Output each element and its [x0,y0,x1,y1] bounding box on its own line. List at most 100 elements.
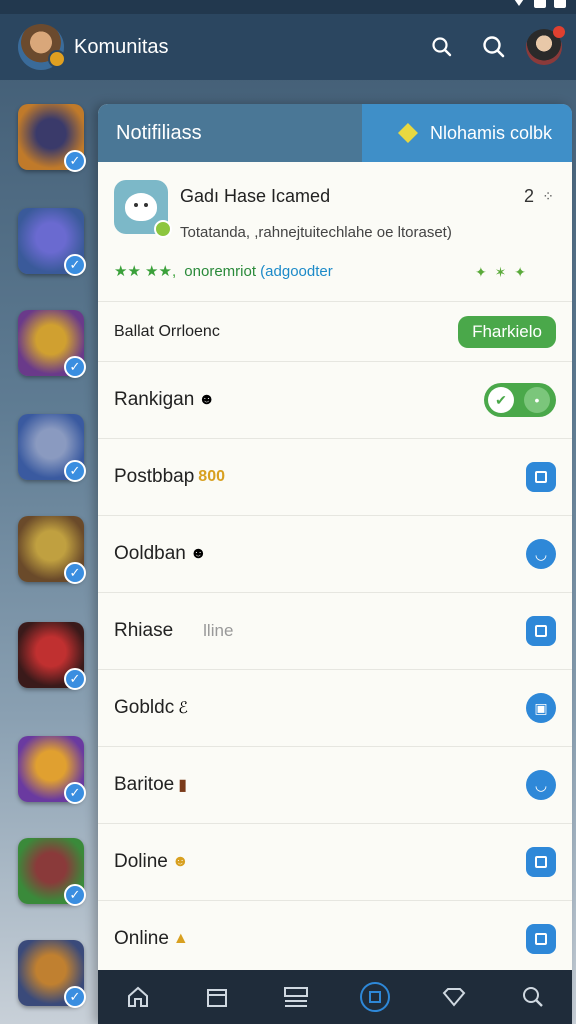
game-thumbnail[interactable]: ✓ [18,516,86,584]
setting-row-label-wrap: Rhiase lline [114,620,233,642]
square-icon [535,933,547,945]
setting-row-label: Baritoe [114,774,175,795]
square-toggle-button[interactable] [526,924,556,954]
game-thumbnail[interactable]: ✓ [18,838,86,906]
panel-action-button[interactable]: Nlohamis colbk [361,104,572,162]
setting-row: Ooldban ☻ ◡ [98,516,572,593]
nav-home[interactable] [118,977,158,1017]
row-emoji-icon: ▲ [172,930,189,947]
setting-row-label: Rhiase [114,620,174,641]
setting-row-label-wrap: Baritoe ▮ [114,774,187,796]
setting-row: Postbbap 800 [98,439,572,516]
notification-title: Gadı Hase Icamed [180,186,331,206]
panel-header: Notifiliass Nlohamis colbk [98,104,572,162]
wifi-icon [534,0,546,8]
game-thumbnail[interactable]: ✓ [18,104,86,172]
toggle-switch[interactable]: ✔ • [484,383,556,417]
search-icon [483,36,505,58]
setting-row: Gobldc ℰ ▣ [98,670,572,747]
status-icons [512,0,566,8]
setting-row: Rhiase lline [98,593,572,670]
row-emoji-icon: ℰ [178,700,188,717]
verified-check-icon: ✓ [64,668,86,690]
setting-row-label: Doline [114,851,168,872]
home-icon [127,986,148,1007]
community-avatar[interactable] [18,24,66,70]
game-thumbnail[interactable]: ✓ [18,208,86,276]
nav-search[interactable] [513,977,553,1017]
more-options-icon[interactable]: ⁘ [542,188,554,205]
signal-icon [512,0,526,6]
setting-row-label-wrap: Online ▲ [114,928,189,950]
verified-check-icon: ✓ [64,150,86,172]
bottom-nav [98,970,572,1024]
chat-icon: • [524,387,550,413]
row-emoji-icon: ☻ [198,391,216,408]
rating-stars: ★★ ★★, [114,263,177,280]
circle-toggle-button[interactable]: ◡ [526,770,556,800]
square-icon [535,856,547,868]
circle-toggle-button[interactable]: ◡ [526,539,556,569]
bell-icon [368,991,381,1003]
game-thumbnail[interactable]: ✓ [18,736,86,804]
square-icon [535,625,547,637]
row-badge-text: 800 [198,468,225,485]
nav-feed[interactable] [276,977,316,1017]
setting-row-label-wrap: Doline ☻ [114,851,189,873]
square-toggle-button[interactable] [526,462,556,492]
sparkle-icon [397,123,418,143]
setting-row-label: Gobldc [114,697,175,718]
square-toggle-button[interactable] [526,847,556,877]
panel-action-label: Nlohamis colbk [429,122,552,143]
feed-icon [283,987,308,1007]
setting-row-label-wrap: Rankigan ☻ [114,389,215,411]
panel-title: Notifiliass [116,121,202,144]
verified-check-icon: ✓ [64,460,86,482]
verified-check-icon: ✓ [64,562,86,584]
setting-row-label-wrap: Postbbap 800 [114,466,225,488]
game-thumbnail[interactable]: ✓ [18,622,86,690]
setting-row-label: Ooldban [114,543,186,564]
nav-calendar[interactable] [197,977,237,1017]
notification-body: Totatanda, ,rahnejtuitechlahe oe ltorase… [180,224,452,241]
notification-card[interactable]: Gadı Hase Icamed 2 ⁘ Totatanda, ,rahnejt… [98,162,572,302]
square-icon [535,471,547,483]
sparkle-decoration: ✦ ✶ ✦ [475,264,528,280]
search-button[interactable] [422,27,462,67]
game-thumbnail[interactable]: ✓ [18,940,86,1008]
diamond-icon [442,988,465,1007]
setting-row-label-wrap: Ooldban ☻ [114,543,207,565]
search-icon [432,37,452,57]
notification-org: onoremriot [184,263,256,280]
app-title: Komunitas [74,35,169,58]
setting-row: Ballat Orrloenc Fharkielo [98,302,572,362]
app-bar: Komunitas [0,14,576,80]
notification-count: 2 [523,186,534,206]
verified-check-icon: ✓ [64,884,86,906]
nav-explore[interactable] [434,977,474,1017]
setting-row-sublabel: lline [203,621,234,640]
search-alt-button[interactable] [474,27,514,67]
nav-notifications[interactable] [355,977,395,1017]
bot-face-icon [125,193,157,221]
setting-row: Baritoe ▮ ◡ [98,747,572,824]
verified-check-icon: ✓ [64,356,86,378]
status-bar [0,0,576,14]
search-icon [522,987,543,1007]
verified-check-icon: ✓ [64,254,86,276]
user-avatar[interactable] [526,26,565,65]
pill-button[interactable]: Fharkielo [458,315,556,348]
notification-meta-link[interactable]: (adgoodter [260,263,333,280]
verified-check-icon: ✓ [64,986,86,1008]
notifications-panel: Notifiliass Nlohamis colbk Gadı Hase Ica… [98,104,572,1024]
setting-row: Doline ☻ [98,824,572,901]
square-toggle-button[interactable] [526,616,556,646]
verified-check-icon: ✓ [64,782,86,804]
calendar-icon [206,989,227,1007]
row-emoji-icon: ▮ [178,777,188,794]
game-thumbnail[interactable]: ✓ [18,310,86,378]
circle-toggle-button[interactable]: ▣ [526,693,556,723]
row-emoji-icon: ☻ [171,853,189,870]
check-icon: ✔ [488,387,514,413]
game-thumbnail[interactable]: ✓ [18,414,86,482]
